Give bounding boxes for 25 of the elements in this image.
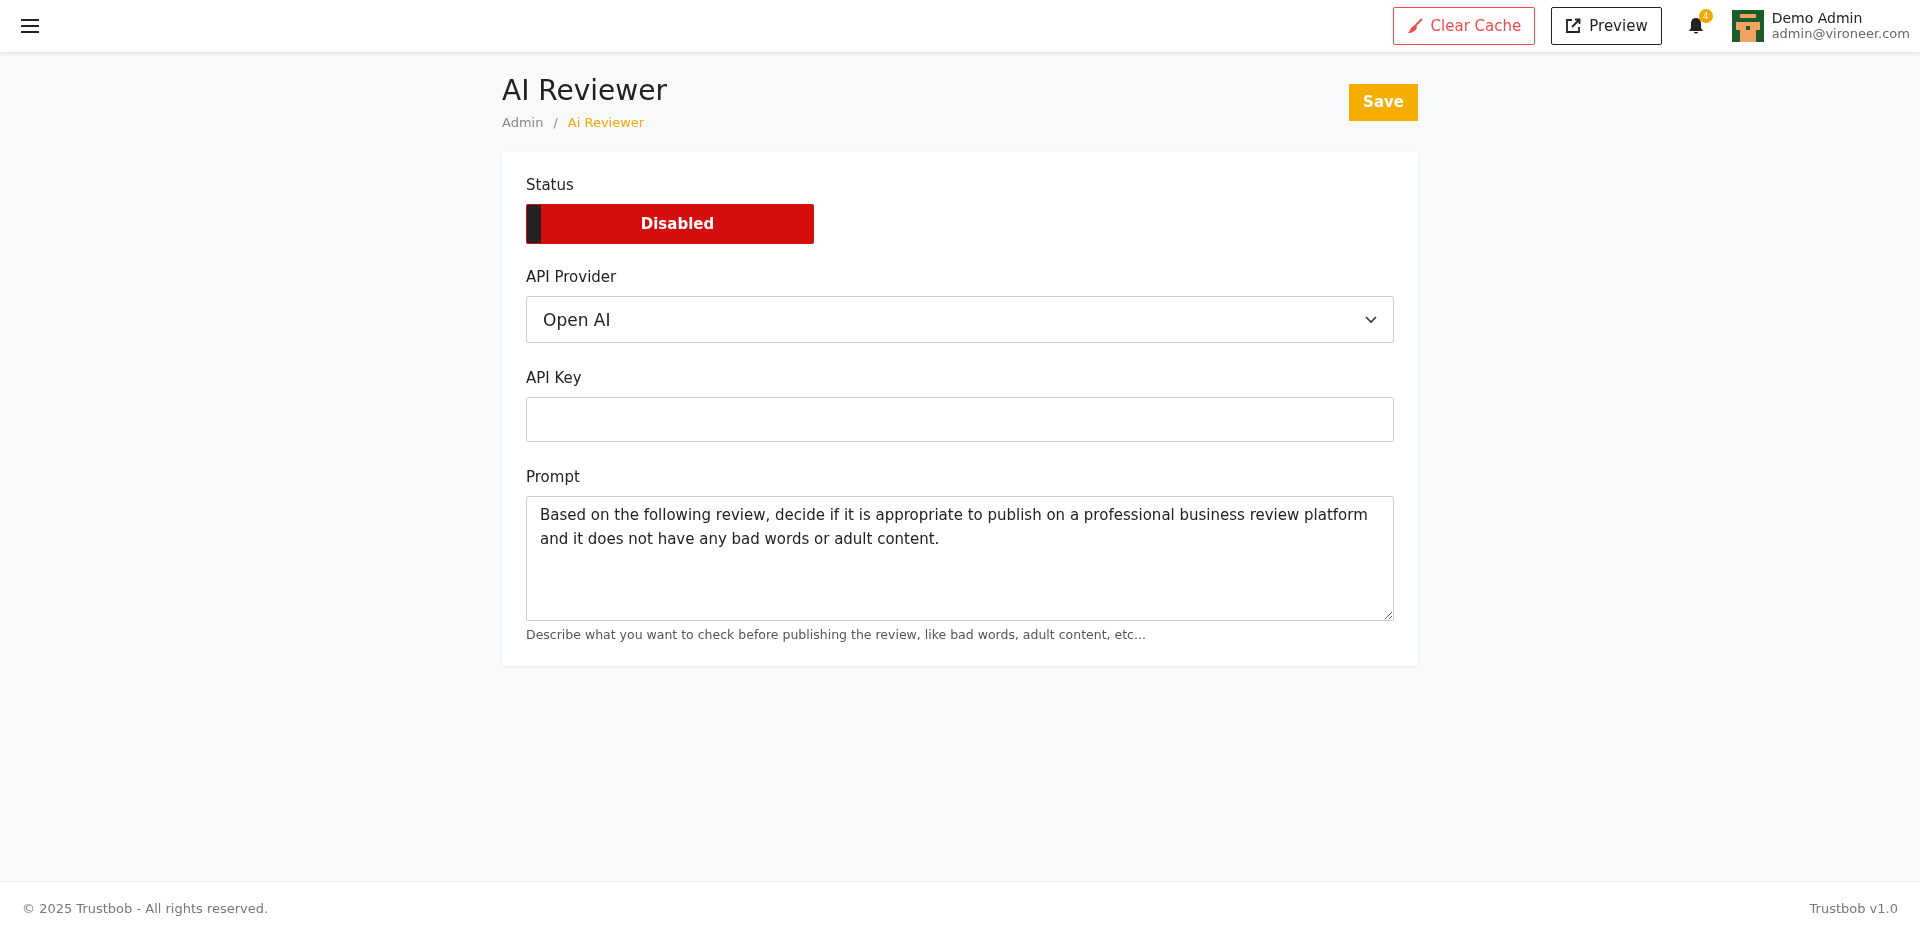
chevron-down-icon (1365, 315, 1377, 324)
broom-icon (1406, 18, 1423, 34)
external-link-icon (1565, 18, 1582, 34)
field-label: Prompt (526, 468, 581, 486)
prompt-field[interactable]: Based on the following review, decide if it is appropriate to publish on a professional business review platform and it does not have any bad words or adult content. (526, 496, 1394, 621)
field-label: API Provider (526, 268, 618, 286)
version-text: Trustbob v1.0 (1809, 900, 1898, 916)
api-key-field[interactable] (526, 397, 1394, 442)
breadcrumb-separator: / (553, 115, 558, 130)
provider-select[interactable]: Open AI (526, 296, 1394, 343)
user-email: admin@vironeer.com (1771, 26, 1910, 42)
copyright-text: © 2025 Trustbob - All rights reserved. (22, 900, 269, 916)
notification-badge: 4 (1698, 9, 1713, 23)
field-label: Status (526, 176, 575, 194)
avatar-icon[interactable] (1731, 10, 1764, 42)
field-label: API Key (526, 369, 583, 387)
preview-button[interactable]: Preview (1551, 7, 1662, 45)
status-toggle[interactable]: Disabled (526, 204, 814, 244)
page-title: AI Reviewer (502, 74, 667, 107)
bell-icon[interactable] (1687, 17, 1704, 35)
clear-cache-button[interactable]: Clear Cache (1392, 7, 1536, 45)
help-text: Describe what you want to check before publishing the review, like bad words, adult content, etc... (526, 627, 1147, 642)
menu-icon[interactable] (21, 19, 39, 33)
breadcrumb-link[interactable]: Admin (502, 115, 544, 130)
user-name: Demo Admin (1771, 10, 1864, 26)
